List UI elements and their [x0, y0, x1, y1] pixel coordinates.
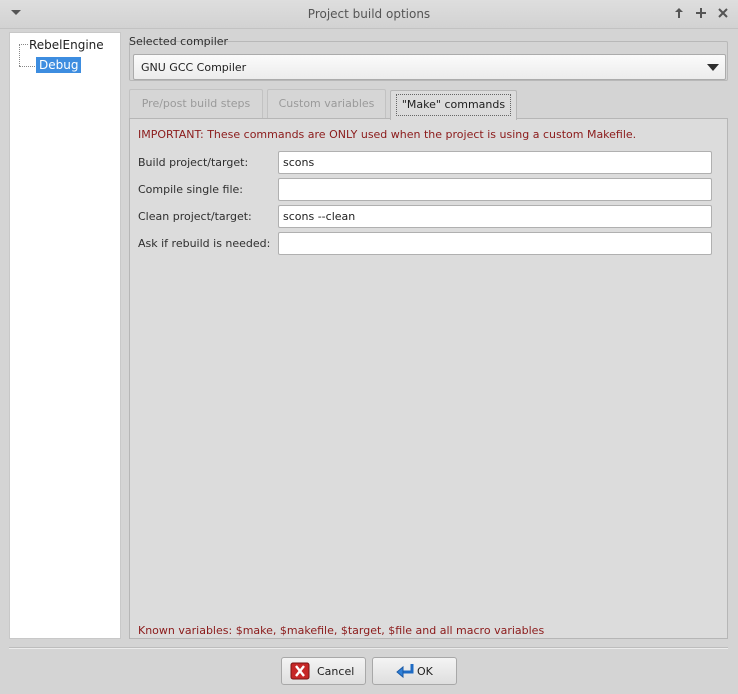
ask-rebuild-label: Ask if rebuild is needed:	[138, 237, 271, 250]
known-variables-note: Known variables: $make, $makefile, $targ…	[138, 624, 545, 637]
build-target-input[interactable]	[278, 151, 712, 174]
ask-rebuild-input[interactable]	[278, 232, 712, 255]
build-target-label: Build project/target:	[138, 156, 249, 169]
tree-line	[19, 44, 20, 66]
ok-button-label: OK	[417, 665, 433, 678]
tab-make-commands[interactable]: "Make" commands	[390, 90, 517, 120]
important-note: IMPORTANT: These commands are ONLY used …	[138, 128, 637, 141]
tree-node-target-selected[interactable]: Debug	[36, 57, 82, 73]
tab-custom-variables[interactable]: Custom variables	[267, 89, 386, 118]
clean-target-input[interactable]	[278, 205, 712, 228]
cancel-button[interactable]: Cancel	[281, 657, 366, 685]
maximize-icon[interactable]	[693, 5, 709, 21]
compile-file-input[interactable]	[278, 178, 712, 201]
compiler-dropdown-value: GNU GCC Compiler	[141, 61, 247, 74]
ok-icon	[395, 662, 415, 680]
title-bar: Project build options	[0, 0, 738, 29]
clean-target-label: Clean project/target:	[138, 210, 252, 223]
compile-file-label: Compile single file:	[138, 183, 244, 196]
compiler-group-label: Selected compiler	[129, 35, 229, 48]
divider	[9, 647, 728, 649]
tree-line	[19, 44, 28, 45]
dropdown-arrow-icon	[707, 64, 719, 71]
tab-pre-post-build-steps[interactable]: Pre/post build steps	[129, 89, 263, 118]
compiler-dropdown[interactable]: GNU GCC Compiler	[133, 54, 726, 80]
tree-line	[19, 66, 35, 67]
cancel-icon	[290, 662, 310, 680]
project-tree[interactable]: RebelEngine Debug	[9, 32, 121, 639]
tab-make-commands-label: "Make" commands	[396, 94, 511, 116]
cancel-button-label: Cancel	[317, 665, 355, 678]
keep-above-icon[interactable]	[671, 5, 687, 21]
tree-node-project[interactable]: RebelEngine	[29, 38, 104, 52]
ok-button[interactable]: OK	[372, 657, 457, 685]
window-title: Project build options	[307, 7, 431, 21]
close-icon[interactable]	[715, 5, 731, 21]
